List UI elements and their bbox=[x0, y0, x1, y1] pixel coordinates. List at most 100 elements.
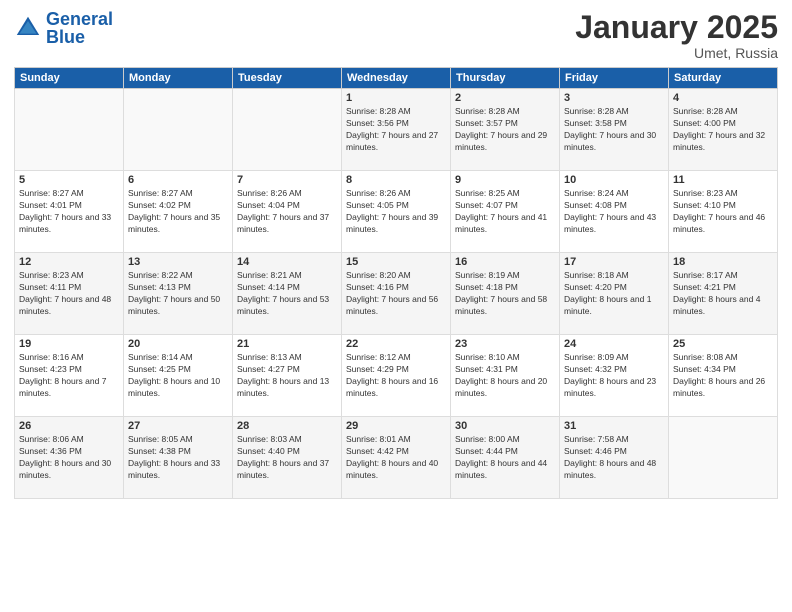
daylight-text: Daylight: 8 hours and 40 minutes. bbox=[346, 458, 446, 482]
day-number: 26 bbox=[19, 420, 119, 432]
day-number: 24 bbox=[564, 338, 664, 350]
header: General Blue January 2025 Umet, Russia bbox=[14, 10, 778, 61]
sunrise-text: Sunrise: 8:28 AM bbox=[673, 106, 773, 118]
day-cell: 17 Sunrise: 8:18 AM Sunset: 4:20 PM Dayl… bbox=[560, 253, 669, 335]
sunset-text: Sunset: 3:57 PM bbox=[455, 118, 555, 130]
day-cell: 18 Sunrise: 8:17 AM Sunset: 4:21 PM Dayl… bbox=[669, 253, 778, 335]
day-cell: 8 Sunrise: 8:26 AM Sunset: 4:05 PM Dayli… bbox=[342, 171, 451, 253]
daylight-text: Daylight: 8 hours and 1 minute. bbox=[564, 294, 664, 318]
sunset-text: Sunset: 4:38 PM bbox=[128, 446, 228, 458]
sunrise-text: Sunrise: 8:23 AM bbox=[673, 188, 773, 200]
day-number: 13 bbox=[128, 256, 228, 268]
daylight-text: Daylight: 8 hours and 16 minutes. bbox=[346, 376, 446, 400]
day-info: Sunrise: 8:24 AM Sunset: 4:08 PM Dayligh… bbox=[564, 188, 664, 236]
logo-blue: Blue bbox=[46, 27, 85, 47]
daylight-text: Daylight: 8 hours and 23 minutes. bbox=[564, 376, 664, 400]
day-number: 6 bbox=[128, 174, 228, 186]
day-info: Sunrise: 8:26 AM Sunset: 4:05 PM Dayligh… bbox=[346, 188, 446, 236]
header-saturday: Saturday bbox=[669, 68, 778, 89]
page: General Blue January 2025 Umet, Russia S… bbox=[0, 0, 792, 612]
sunrise-text: Sunrise: 8:25 AM bbox=[455, 188, 555, 200]
logo-text: General Blue bbox=[46, 10, 113, 46]
sunset-text: Sunset: 4:27 PM bbox=[237, 364, 337, 376]
day-number: 28 bbox=[237, 420, 337, 432]
day-info: Sunrise: 8:21 AM Sunset: 4:14 PM Dayligh… bbox=[237, 270, 337, 318]
logo-icon bbox=[14, 14, 42, 42]
day-info: Sunrise: 8:20 AM Sunset: 4:16 PM Dayligh… bbox=[346, 270, 446, 318]
day-info: Sunrise: 8:18 AM Sunset: 4:20 PM Dayligh… bbox=[564, 270, 664, 318]
sunset-text: Sunset: 4:44 PM bbox=[455, 446, 555, 458]
day-number: 29 bbox=[346, 420, 446, 432]
day-info: Sunrise: 8:14 AM Sunset: 4:25 PM Dayligh… bbox=[128, 352, 228, 400]
sunset-text: Sunset: 4:14 PM bbox=[237, 282, 337, 294]
day-info: Sunrise: 8:08 AM Sunset: 4:34 PM Dayligh… bbox=[673, 352, 773, 400]
sunrise-text: Sunrise: 8:09 AM bbox=[564, 352, 664, 364]
daylight-text: Daylight: 8 hours and 44 minutes. bbox=[455, 458, 555, 482]
day-cell: 11 Sunrise: 8:23 AM Sunset: 4:10 PM Dayl… bbox=[669, 171, 778, 253]
week-row-1: 1 Sunrise: 8:28 AM Sunset: 3:56 PM Dayli… bbox=[15, 89, 778, 171]
sunset-text: Sunset: 4:46 PM bbox=[564, 446, 664, 458]
day-info: Sunrise: 8:23 AM Sunset: 4:11 PM Dayligh… bbox=[19, 270, 119, 318]
sunrise-text: Sunrise: 8:08 AM bbox=[673, 352, 773, 364]
day-info: Sunrise: 8:13 AM Sunset: 4:27 PM Dayligh… bbox=[237, 352, 337, 400]
day-number: 1 bbox=[346, 92, 446, 104]
day-number: 17 bbox=[564, 256, 664, 268]
sunrise-text: Sunrise: 8:27 AM bbox=[128, 188, 228, 200]
sunrise-text: Sunrise: 8:20 AM bbox=[346, 270, 446, 282]
sunset-text: Sunset: 4:36 PM bbox=[19, 446, 119, 458]
sunset-text: Sunset: 4:08 PM bbox=[564, 200, 664, 212]
day-number: 7 bbox=[237, 174, 337, 186]
day-info: Sunrise: 8:23 AM Sunset: 4:10 PM Dayligh… bbox=[673, 188, 773, 236]
day-number: 30 bbox=[455, 420, 555, 432]
sunrise-text: Sunrise: 8:28 AM bbox=[346, 106, 446, 118]
sunset-text: Sunset: 4:23 PM bbox=[19, 364, 119, 376]
daylight-text: Daylight: 7 hours and 35 minutes. bbox=[128, 212, 228, 236]
sunrise-text: Sunrise: 8:16 AM bbox=[19, 352, 119, 364]
daylight-text: Daylight: 7 hours and 50 minutes. bbox=[128, 294, 228, 318]
sunset-text: Sunset: 4:10 PM bbox=[673, 200, 773, 212]
day-number: 10 bbox=[564, 174, 664, 186]
day-number: 25 bbox=[673, 338, 773, 350]
day-number: 3 bbox=[564, 92, 664, 104]
sunset-text: Sunset: 3:56 PM bbox=[346, 118, 446, 130]
day-info: Sunrise: 8:06 AM Sunset: 4:36 PM Dayligh… bbox=[19, 434, 119, 482]
day-cell bbox=[15, 89, 124, 171]
sunset-text: Sunset: 4:25 PM bbox=[128, 364, 228, 376]
header-monday: Monday bbox=[124, 68, 233, 89]
sunrise-text: Sunrise: 8:00 AM bbox=[455, 434, 555, 446]
sunrise-text: Sunrise: 8:26 AM bbox=[237, 188, 337, 200]
sunset-text: Sunset: 4:31 PM bbox=[455, 364, 555, 376]
daylight-text: Daylight: 7 hours and 30 minutes. bbox=[564, 130, 664, 154]
day-cell: 16 Sunrise: 8:19 AM Sunset: 4:18 PM Dayl… bbox=[451, 253, 560, 335]
sunrise-text: Sunrise: 8:24 AM bbox=[564, 188, 664, 200]
day-number: 4 bbox=[673, 92, 773, 104]
sunrise-text: Sunrise: 8:03 AM bbox=[237, 434, 337, 446]
sunrise-text: Sunrise: 8:21 AM bbox=[237, 270, 337, 282]
day-info: Sunrise: 8:27 AM Sunset: 4:01 PM Dayligh… bbox=[19, 188, 119, 236]
day-cell: 7 Sunrise: 8:26 AM Sunset: 4:04 PM Dayli… bbox=[233, 171, 342, 253]
day-cell: 30 Sunrise: 8:00 AM Sunset: 4:44 PM Dayl… bbox=[451, 417, 560, 499]
day-cell: 27 Sunrise: 8:05 AM Sunset: 4:38 PM Dayl… bbox=[124, 417, 233, 499]
daylight-text: Daylight: 7 hours and 27 minutes. bbox=[346, 130, 446, 154]
daylight-text: Daylight: 7 hours and 53 minutes. bbox=[237, 294, 337, 318]
sunrise-text: Sunrise: 8:13 AM bbox=[237, 352, 337, 364]
daylight-text: Daylight: 7 hours and 39 minutes. bbox=[346, 212, 446, 236]
day-cell: 14 Sunrise: 8:21 AM Sunset: 4:14 PM Dayl… bbox=[233, 253, 342, 335]
day-cell: 23 Sunrise: 8:10 AM Sunset: 4:31 PM Dayl… bbox=[451, 335, 560, 417]
day-cell: 12 Sunrise: 8:23 AM Sunset: 4:11 PM Dayl… bbox=[15, 253, 124, 335]
day-cell: 31 Sunrise: 7:58 AM Sunset: 4:46 PM Dayl… bbox=[560, 417, 669, 499]
day-info: Sunrise: 8:28 AM Sunset: 3:58 PM Dayligh… bbox=[564, 106, 664, 154]
day-cell: 29 Sunrise: 8:01 AM Sunset: 4:42 PM Dayl… bbox=[342, 417, 451, 499]
day-info: Sunrise: 7:58 AM Sunset: 4:46 PM Dayligh… bbox=[564, 434, 664, 482]
daylight-text: Daylight: 7 hours and 32 minutes. bbox=[673, 130, 773, 154]
sunset-text: Sunset: 4:16 PM bbox=[346, 282, 446, 294]
logo: General Blue bbox=[14, 10, 113, 46]
daylight-text: Daylight: 8 hours and 13 minutes. bbox=[237, 376, 337, 400]
day-cell bbox=[669, 417, 778, 499]
sunset-text: Sunset: 4:34 PM bbox=[673, 364, 773, 376]
day-cell: 24 Sunrise: 8:09 AM Sunset: 4:32 PM Dayl… bbox=[560, 335, 669, 417]
sunset-text: Sunset: 4:02 PM bbox=[128, 200, 228, 212]
sunset-text: Sunset: 3:58 PM bbox=[564, 118, 664, 130]
day-cell: 22 Sunrise: 8:12 AM Sunset: 4:29 PM Dayl… bbox=[342, 335, 451, 417]
sunrise-text: Sunrise: 8:06 AM bbox=[19, 434, 119, 446]
